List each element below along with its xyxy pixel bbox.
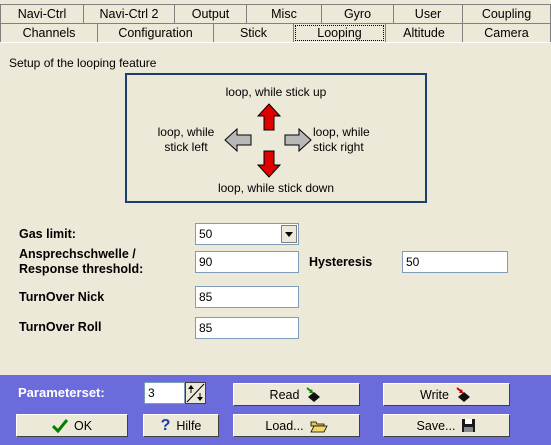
read-button-label: Read (269, 387, 300, 402)
chevron-down-icon[interactable] (281, 225, 297, 243)
write-button-label: Write (420, 387, 449, 402)
tab-misc[interactable]: Misc (246, 4, 322, 23)
arrow-right-icon[interactable] (284, 128, 312, 152)
spinner-arrows-icon (186, 383, 205, 403)
write-button[interactable]: Write (383, 383, 510, 406)
tab-output[interactable]: Output (174, 4, 247, 23)
question-icon: ? (160, 416, 171, 434)
tab-stick[interactable]: Stick (213, 23, 294, 42)
turnover-nick-input[interactable]: 85 (195, 286, 299, 308)
turnover-nick-label: TurnOver Nick (19, 290, 105, 304)
gas-limit-value: 50 (199, 227, 213, 241)
threshold-label-line2: Response threshold: (19, 262, 144, 276)
folder-open-icon (309, 421, 328, 432)
gas-limit-label: Gas limit: (19, 227, 76, 241)
arrow-up-icon[interactable] (257, 103, 281, 131)
threshold-label-line1: Ansprechschwelle / (19, 247, 136, 261)
tab-gyro[interactable]: Gyro (321, 4, 394, 23)
tab-row-2: Channels Configuration Stick Looping Alt… (0, 23, 551, 43)
parameterset-spinner[interactable] (185, 382, 206, 404)
hysteresis-label: Hysteresis (309, 255, 373, 269)
tab-configuration[interactable]: Configuration (97, 23, 214, 42)
arrow-down-icon[interactable] (257, 150, 281, 178)
chip-read-icon (306, 386, 321, 402)
tab-coupling[interactable]: Coupling (462, 4, 551, 23)
label-loop-up: loop, while stick up (225, 85, 327, 99)
parameterset-label: Parameterset: (18, 385, 105, 400)
help-button[interactable]: ? Hilfe (143, 414, 219, 437)
hysteresis-input[interactable]: 50 (402, 251, 508, 273)
checkmark-icon (51, 418, 68, 433)
bottom-bar: Parameterset: 3 Read Write OK ? Hilfe Lo… (0, 375, 551, 445)
label-loop-right: loop, while stick right (313, 125, 393, 155)
label-loop-down: loop, while stick down (217, 181, 335, 195)
label-loop-right-line2: stick right (313, 140, 364, 154)
label-loop-left: loop, while stick left (143, 125, 229, 155)
turnover-roll-label: TurnOver Roll (19, 320, 102, 334)
tab-navi-ctrl[interactable]: Navi-Ctrl (0, 4, 84, 23)
load-button-label: Load... (265, 418, 304, 433)
save-button[interactable]: Save... (383, 414, 510, 437)
chip-write-icon (456, 386, 470, 402)
floppy-disk-icon (462, 419, 476, 432)
section-title: Setup of the looping feature (9, 56, 157, 70)
ok-button[interactable]: OK (16, 414, 128, 437)
tab-looping[interactable]: Looping (293, 23, 386, 43)
turnover-roll-input[interactable]: 85 (195, 317, 299, 339)
looping-diagram: loop, while stick up loop, while stick l… (125, 73, 427, 203)
save-button-label: Save... (416, 418, 456, 433)
gas-limit-select[interactable]: 50 (195, 223, 299, 245)
tab-altitude[interactable]: Altitude (385, 23, 463, 42)
help-button-label: Hilfe (176, 418, 202, 433)
label-loop-left-line1: loop, while (157, 125, 215, 139)
label-loop-right-line1: loop, while (313, 125, 370, 139)
load-button[interactable]: Load... (233, 414, 360, 437)
ok-button-label: OK (73, 418, 93, 433)
threshold-input[interactable]: 90 (195, 251, 299, 273)
read-button[interactable]: Read (233, 383, 360, 406)
label-loop-left-line2: stick left (164, 140, 208, 154)
tab-user[interactable]: User (393, 4, 463, 23)
parameterset-input[interactable]: 3 (144, 382, 185, 404)
tab-camera[interactable]: Camera (462, 23, 551, 42)
tab-channels[interactable]: Channels (0, 23, 98, 42)
threshold-label: Ansprechschwelle / Response threshold: (19, 247, 143, 277)
tab-navi-ctrl-2[interactable]: Navi-Ctrl 2 (83, 4, 175, 23)
tab-row-1: Navi-Ctrl Navi-Ctrl 2 Output Misc Gyro U… (0, 4, 551, 24)
